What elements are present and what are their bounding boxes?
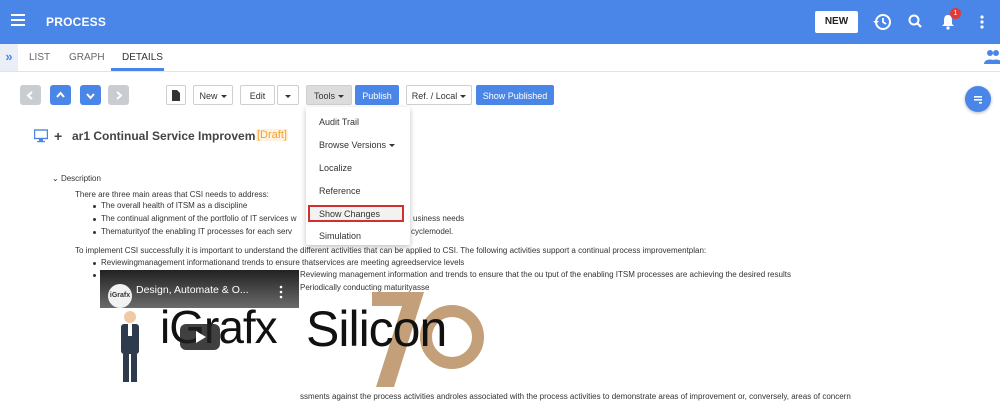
show-published-button[interactable]: Show Published — [476, 85, 554, 105]
move-down-button[interactable] — [80, 85, 101, 105]
description-intro: There are three main areas that CSI need… — [75, 190, 269, 199]
menu-item-audit-trail[interactable]: Audit Trail — [319, 117, 359, 127]
tools-label: Tools — [313, 91, 335, 101]
active-tab-indicator — [111, 68, 164, 71]
move-up-button[interactable] — [50, 85, 71, 105]
description-heading: Description — [60, 174, 101, 183]
list-icon — [974, 96, 982, 104]
chevron-down-icon — [86, 93, 95, 100]
document-icon — [172, 90, 180, 101]
list-item: Reviewingmanagement informationand trend… — [101, 258, 465, 267]
expand-sidebar-icon[interactable]: » — [0, 44, 18, 71]
search-icon[interactable] — [906, 12, 926, 32]
app-header: PROCESS NEW 1 — [0, 0, 1000, 44]
list-item-tail: usiness needs — [413, 214, 465, 223]
new-dropdown-label: New — [199, 91, 218, 101]
tools-dropdown-button[interactable]: Tools — [306, 85, 352, 105]
caret-down-icon — [460, 95, 467, 99]
description-paragraph: To implement CSI successfully it is impo… — [75, 246, 707, 255]
users-icon[interactable] — [984, 48, 1000, 66]
menu-item-browse-versions[interactable]: Browse Versions — [319, 140, 396, 150]
list-item: The continual alignment of the portfolio… — [101, 214, 297, 223]
ref-local-label: Ref. / Local — [411, 91, 458, 101]
draft-badge: [Draft] — [256, 129, 288, 141]
menu-item-localize[interactable]: Localize — [319, 163, 352, 173]
tab-list[interactable]: LIST — [29, 52, 50, 63]
bullet — [93, 205, 96, 208]
edit-button[interactable]: Edit — [240, 85, 275, 105]
silicon-logo-text: Silicon — [306, 301, 447, 357]
list-item-tail: cyclemodel. — [411, 227, 454, 236]
description-last-line: ssments against the process activities a… — [300, 392, 851, 401]
expand-plus-icon[interactable]: + — [54, 128, 62, 144]
tab-graph[interactable]: GRAPH — [69, 52, 105, 63]
monitor-icon — [34, 129, 48, 143]
embedded-video[interactable]: iGrafx Design, Automate & O... iGrafx — [100, 270, 299, 389]
caret-down-icon — [389, 144, 396, 148]
floating-action-button[interactable] — [965, 86, 991, 112]
list-item: Thematurityof the enabling IT processes … — [101, 227, 293, 236]
show-changes-label: Show Changes — [319, 209, 381, 219]
play-icon[interactable] — [180, 324, 220, 350]
list-item: Periodically conducting maturityasse — [300, 283, 430, 292]
bullet — [93, 262, 96, 265]
bullet — [93, 231, 96, 234]
menu-item-show-changes[interactable]: Show Changes — [308, 205, 404, 222]
more-vert-icon[interactable] — [972, 12, 992, 32]
notification-badge: 1 — [950, 8, 961, 19]
menu-icon[interactable] — [11, 14, 25, 28]
menu-item-simulation[interactable]: Simulation — [319, 231, 361, 241]
description-section[interactable]: ⌄ Description — [52, 174, 101, 183]
ref-local-dropdown-button[interactable]: Ref. / Local — [406, 85, 472, 105]
caret-down-icon — [338, 95, 344, 99]
caret-down-icon — [220, 95, 227, 99]
list-item: The overall health of ITSM as a discipli… — [101, 201, 248, 210]
chevron-down-icon: ⌄ — [52, 174, 59, 183]
video-title[interactable]: Design, Automate & O... — [136, 284, 249, 296]
history-icon[interactable] — [872, 12, 892, 32]
edit-dropdown-toggle[interactable] — [277, 85, 299, 105]
businessman-illustration — [121, 311, 139, 382]
menu-item-reference[interactable]: Reference — [319, 186, 361, 196]
bullet — [93, 274, 96, 277]
channel-logo: iGrafx — [108, 284, 132, 308]
tab-details[interactable]: DETAILS — [122, 52, 163, 63]
process-title: ar1 Continual Service Improvement — [72, 129, 274, 143]
chevron-up-icon — [56, 91, 65, 98]
chevron-right-icon — [116, 91, 123, 100]
browse-versions-label: Browse Versions — [319, 140, 387, 150]
new-button[interactable]: NEW — [815, 11, 858, 33]
more-vert-icon[interactable] — [276, 285, 286, 299]
new-dropdown-button[interactable]: New — [193, 85, 233, 105]
list-item: Reviewing management information and tre… — [300, 270, 791, 279]
first-button[interactable] — [20, 85, 41, 105]
caret-down-icon — [285, 95, 291, 99]
tools-menu: Audit Trail Browse Versions Localize Ref… — [306, 107, 410, 245]
chevron-left-icon — [26, 91, 33, 100]
next-button[interactable] — [108, 85, 129, 105]
document-button[interactable] — [166, 85, 186, 105]
bullet — [93, 218, 96, 221]
publish-button[interactable]: Publish — [355, 85, 399, 105]
app-title: PROCESS — [46, 15, 107, 29]
